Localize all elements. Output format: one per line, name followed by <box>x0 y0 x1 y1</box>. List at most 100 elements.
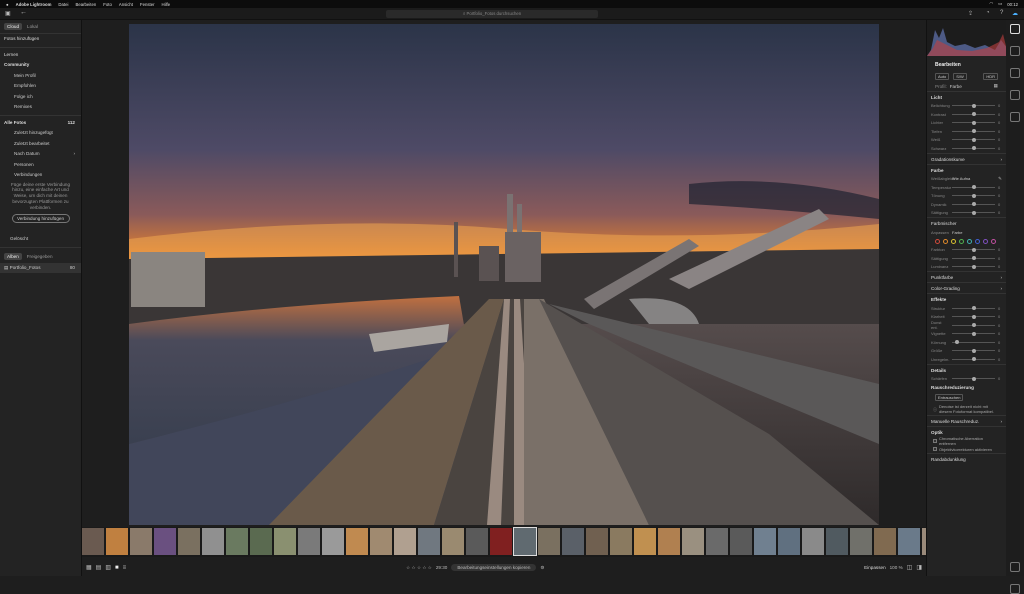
square-grid-icon[interactable]: ▤ <box>96 564 102 571</box>
filmstrip-thumbnail[interactable] <box>682 528 704 555</box>
slider-row[interactable]: Temperatur 0 <box>927 183 1006 192</box>
section-licht[interactable]: Licht <box>927 90 1006 102</box>
menu-bearbeiten[interactable]: Bearbeiten <box>75 2 96 7</box>
notifications-icon[interactable]: ◔ <box>986 10 990 16</box>
sidebar-item-remixes[interactable]: Remixes <box>0 102 81 113</box>
slider-track[interactable] <box>952 306 995 311</box>
slider-row[interactable]: Weiß 0 <box>927 136 1006 145</box>
slider-row[interactable]: Größe 0 <box>927 347 1006 356</box>
slider-track[interactable] <box>952 210 995 215</box>
slider-track[interactable] <box>952 202 995 207</box>
slider-track[interactable] <box>952 314 995 319</box>
apple-menu-icon[interactable]: ● <box>6 2 9 7</box>
slider-knob[interactable] <box>971 185 976 190</box>
slider-row[interactable]: Luminanz 0 <box>927 263 1006 272</box>
slider-track[interactable] <box>952 185 995 190</box>
panel-toggle-icon[interactable]: ◨ <box>916 564 922 571</box>
slider-knob[interactable] <box>971 210 976 215</box>
sidebar-item-profile[interactable]: Mein Profil <box>0 71 81 82</box>
menu-hilfe[interactable]: Hilfe <box>162 2 171 7</box>
wb-row[interactable]: Weißabgleich Wie Aufna ✎ <box>927 175 1006 184</box>
filmstrip-thumbnail[interactable] <box>634 528 656 555</box>
section-color-grading[interactable]: Color-Grading › <box>927 282 1006 293</box>
sidebar-item-connections[interactable]: Verbindungen <box>0 170 81 181</box>
slider-knob[interactable] <box>971 146 976 151</box>
search-input[interactable]: ⌕ Portfolio_Fotos durchsuchen <box>386 10 598 18</box>
filmstrip-thumbnail[interactable] <box>778 528 800 555</box>
slider-knob[interactable] <box>954 340 959 345</box>
section-randabdunklung[interactable]: Randabdunklung <box>927 453 1006 464</box>
slider-row[interactable]: Kontrast 0 <box>927 110 1006 119</box>
filmstrip-thumbnail[interactable] <box>298 528 320 555</box>
slider-row[interactable]: Sättigung 0 <box>927 209 1006 218</box>
info-panel-icon[interactable] <box>1010 584 1020 594</box>
slider-knob[interactable] <box>971 323 976 328</box>
filmstrip-thumbnail[interactable] <box>202 528 224 555</box>
slider-row[interactable]: Dynamik 0 <box>927 200 1006 209</box>
lens-checkbox[interactable]: Objektivkorrekturen aktivieren <box>927 445 1006 453</box>
battery-icon[interactable]: ▭ <box>998 1 1002 7</box>
filmstrip-thumbnail[interactable] <box>754 528 776 555</box>
rating-stars-icon[interactable]: ☆ ☆ ☆ ☆ ☆ <box>406 565 432 571</box>
filmstrip-thumbnail[interactable] <box>730 528 752 555</box>
add-connection-button[interactable]: Verbindung hinzufügen <box>11 214 70 224</box>
filmstrip-thumbnail[interactable] <box>370 528 392 555</box>
section-farbmischer[interactable]: Farbmischer <box>927 217 1006 228</box>
back-arrow-icon[interactable]: ← <box>20 9 27 16</box>
filmstrip-thumbnail[interactable] <box>346 528 368 555</box>
slider-knob[interactable] <box>971 376 976 381</box>
slider-track[interactable] <box>952 348 995 353</box>
bw-button[interactable]: S/W <box>953 73 967 80</box>
slider-track[interactable] <box>952 120 995 125</box>
filmstrip-thumbnail[interactable] <box>513 527 537 556</box>
tab-cloud[interactable]: Cloud <box>4 23 23 30</box>
slider-knob[interactable] <box>971 112 976 117</box>
tab-lokal[interactable]: Lokal <box>24 23 41 30</box>
slider-track[interactable] <box>952 357 995 362</box>
slider-knob[interactable] <box>971 137 976 142</box>
clock[interactable]: 00:12 <box>1007 2 1018 7</box>
filmstrip-thumbnail[interactable] <box>586 528 608 555</box>
presets-icon[interactable] <box>1010 562 1020 572</box>
section-tonkurve[interactable]: Gradationskurve › <box>927 152 1006 164</box>
main-photo[interactable] <box>129 24 879 525</box>
slider-track[interactable] <box>952 137 995 142</box>
filmstrip-thumbnail[interactable] <box>322 528 344 555</box>
slider-row[interactable]: Struktur 0 <box>927 304 1006 313</box>
slider-track[interactable] <box>952 340 995 345</box>
sort-icon[interactable]: ≡ <box>123 565 127 571</box>
zoom-value[interactable]: 100 % <box>890 565 903 570</box>
section-details[interactable]: Details <box>927 363 1006 375</box>
settings-gear-icon[interactable]: ⚙ <box>540 565 544 571</box>
slider-knob[interactable] <box>971 202 976 207</box>
slider-row[interactable]: Belichtung 0 <box>927 102 1006 111</box>
profile-browser-icon[interactable]: ▦ <box>994 83 998 89</box>
fit-label[interactable]: Einpassen <box>864 565 885 570</box>
sidebar-item-featured[interactable]: Empfohlen <box>0 81 81 92</box>
single-view-icon[interactable]: ■ <box>115 565 119 571</box>
filmstrip-thumbnail[interactable] <box>418 528 440 555</box>
section-effekte[interactable]: Effekte <box>927 293 1006 304</box>
slider-row[interactable]: Farbton 0 <box>927 246 1006 255</box>
menu-datei[interactable]: Datei <box>58 2 68 7</box>
redeye-icon[interactable] <box>1010 112 1020 122</box>
help-icon[interactable]: ? <box>1000 10 1003 16</box>
slider-row[interactable]: Tönung 0 <box>927 192 1006 201</box>
slider-knob[interactable] <box>971 314 976 319</box>
wifi-icon[interactable]: ◠ <box>989 1 993 7</box>
slider-knob[interactable] <box>971 129 976 134</box>
slider-track[interactable] <box>952 112 995 117</box>
slider-track[interactable] <box>952 129 995 134</box>
filmstrip-thumbnail[interactable] <box>874 528 896 555</box>
color-swatch[interactable] <box>951 238 956 244</box>
filmstrip-thumbnail[interactable] <box>826 528 848 555</box>
fm-adjust-row[interactable]: Anpassen Farbe <box>927 228 1006 237</box>
filmstrip-thumbnail[interactable] <box>274 528 296 555</box>
sidebar-item-by-date[interactable]: Nach Datum › <box>0 149 81 160</box>
filmstrip-thumbnail[interactable] <box>226 528 248 555</box>
app-menu[interactable]: Adobe Lightroom <box>16 2 52 7</box>
filmstrip-thumbnail[interactable] <box>394 528 416 555</box>
slider-track[interactable] <box>952 193 995 198</box>
grid-view-icon[interactable]: ▦ <box>86 564 92 571</box>
healing-icon[interactable] <box>1010 68 1020 78</box>
